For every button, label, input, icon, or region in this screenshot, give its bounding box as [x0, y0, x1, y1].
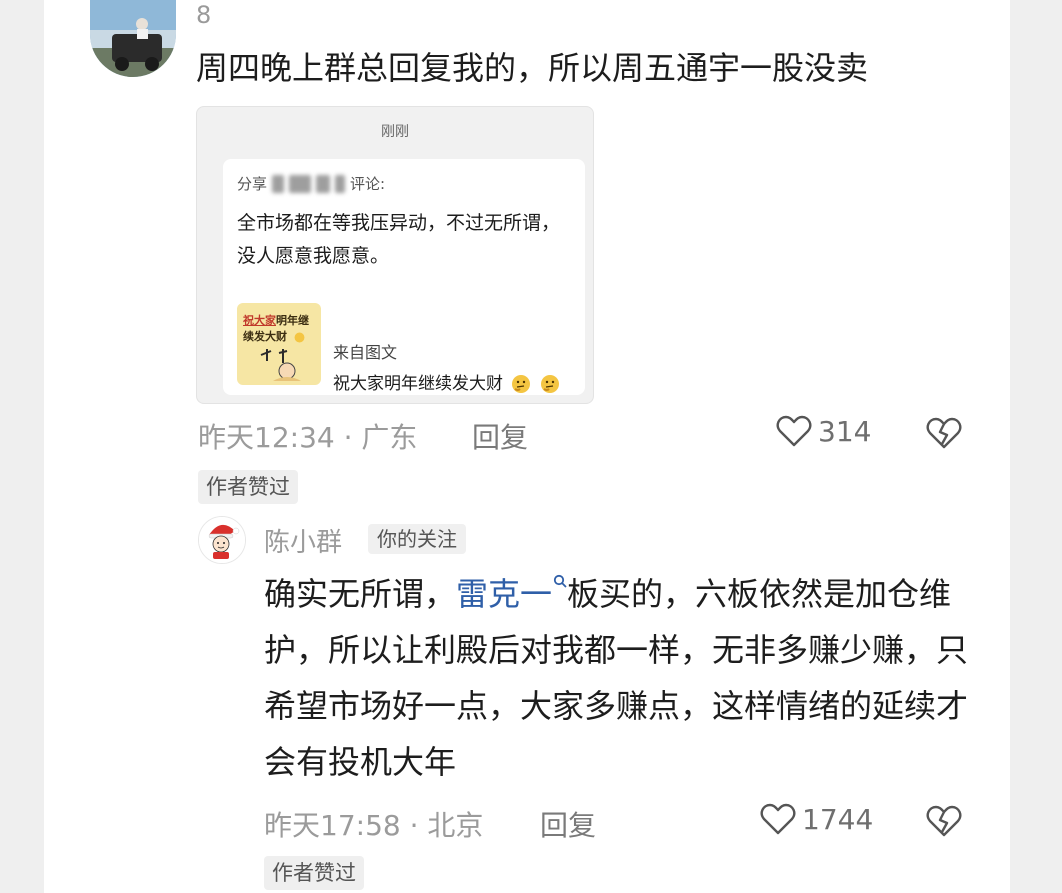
source-title[interactable]: 祝大家明年继续发大财: [333, 369, 560, 394]
left-margin: [0, 0, 44, 893]
heart-icon: [776, 415, 812, 447]
reply-text: 确实无所谓，雷克一 板买的，六板依然是加仓维护，所以让利殿后对我都一样，无非多赚少…: [264, 566, 984, 790]
screenshot-header-suffix: 评论:: [350, 175, 386, 193]
like-button[interactable]: 314: [776, 414, 871, 448]
thinking-face-icon: [512, 375, 531, 393]
reply-username[interactable]: 陈小群: [264, 522, 342, 559]
broken-heart-icon[interactable]: [926, 416, 962, 450]
reply-like-count: 1744: [802, 802, 874, 836]
screenshot-thumbnail: 祝大家明年继续发大财: [237, 303, 321, 385]
following-badge: 你的关注: [368, 524, 466, 554]
reply-avatar[interactable]: [198, 516, 246, 564]
comment-meta: 昨天12:34 · 广东: [198, 421, 418, 454]
author-liked-badge: 作者赞过: [198, 470, 298, 504]
source-title-text: 祝大家明年继续发大财: [333, 374, 503, 394]
reply-to-reply-button[interactable]: 回复: [540, 804, 596, 844]
redaction-blur: [272, 174, 285, 193]
reply-author-liked-badge: 作者赞过: [264, 856, 364, 890]
source-label: 来自图文: [333, 343, 398, 362]
redaction-blur: [316, 174, 331, 193]
thumbnail-text-highlight: 祝大家: [243, 314, 276, 327]
attached-screenshot[interactable]: 刚刚 分享 评论: 全市场都在等我压异动，不过无所谓，没人愿意我愿意。 祝大家明…: [196, 106, 594, 404]
reply-text-before: 确实无所谓，: [264, 575, 457, 613]
heart-icon: [760, 803, 796, 835]
thinking-face-icon: [294, 332, 305, 342]
right-margin: [1010, 0, 1062, 893]
like-count: 314: [818, 414, 872, 448]
broken-heart-icon[interactable]: [926, 804, 962, 838]
thinking-face-icon: [540, 375, 559, 393]
stock-link-text: 雷克一: [456, 575, 553, 613]
reply-meta: 昨天17:58 · 北京: [264, 809, 484, 842]
commenter-name[interactable]: 8: [196, 0, 211, 30]
comment-text: 周四晚上群总回复我的，所以周五通宇一股没卖: [196, 49, 869, 87]
reply-button[interactable]: 回复: [472, 416, 528, 456]
thumbnail-text: 祝大家明年继续发大财: [243, 313, 317, 345]
screenshot-header-prefix: 分享: [237, 175, 268, 193]
redaction-blur: [335, 174, 346, 193]
doodle-illustration: [260, 349, 301, 381]
reply-like-button[interactable]: 1744: [760, 802, 873, 836]
redaction-blur: [289, 174, 312, 193]
search-icon: [553, 574, 567, 588]
screenshot-header: 分享 评论:: [237, 173, 385, 194]
screenshot-body-text: 全市场都在等我压异动，不过无所谓，没人愿意我愿意。: [237, 212, 561, 267]
screenshot-timestamp: 刚刚: [381, 124, 409, 140]
stock-search-link[interactable]: 雷克一: [456, 574, 567, 613]
screenshot-card: 分享 评论: 全市场都在等我压异动，不过无所谓，没人愿意我愿意。 祝大家明年继续…: [223, 159, 585, 395]
